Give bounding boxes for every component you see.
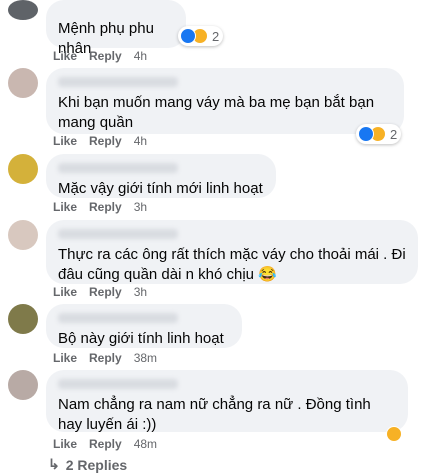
like-button[interactable]: Like [53, 437, 77, 451]
comment-text: Mặc vậy giới tính mới linh hoạt [58, 180, 263, 197]
reply-button[interactable]: Reply [89, 134, 122, 148]
comment-actions: Like Reply 4h [53, 48, 159, 64]
timestamp[interactable]: 38m [134, 351, 157, 365]
avatar[interactable] [8, 370, 38, 400]
avatar[interactable] [8, 154, 38, 184]
reaction-count: 2 [390, 126, 398, 142]
reply-button[interactable]: Reply [89, 351, 122, 365]
reaction-summary[interactable]: 2 [178, 26, 224, 46]
comment-text: Nam chẳng ra nam nữ chẳng ra nữ . Đồng t… [58, 396, 371, 433]
avatar[interactable] [8, 304, 38, 334]
comment-text: Bộ này giới tính linh hoạt [58, 330, 224, 347]
comment-actions: Like Reply 3h [53, 199, 159, 215]
timestamp[interactable]: 3h [134, 200, 147, 214]
comment-bubble: Bộ này giới tính linh hoạt [46, 304, 242, 348]
view-replies-link[interactable]: ↳ 2 Replies [48, 456, 127, 473]
like-icon [180, 28, 196, 44]
comment-actions: Like Reply 48m [53, 436, 169, 452]
like-button[interactable]: Like [53, 49, 77, 63]
timestamp[interactable]: 4h [134, 49, 147, 63]
author-name[interactable] [58, 163, 178, 173]
comment-text: Thực ra các ông rất thích mặc váy cho th… [58, 246, 406, 283]
like-button[interactable]: Like [53, 351, 77, 365]
comment-bubble: Mặc vậy giới tính mới linh hoạt [46, 154, 276, 198]
author-name[interactable] [58, 229, 178, 239]
reply-button[interactable]: Reply [89, 285, 122, 299]
author-name[interactable] [58, 313, 178, 323]
reaction-summary[interactable]: 2 [356, 124, 402, 144]
like-icon [358, 126, 374, 142]
comment-actions: Like Reply 4h [53, 133, 159, 149]
timestamp[interactable]: 4h [134, 134, 147, 148]
like-button[interactable]: Like [53, 134, 77, 148]
comment-bubble: Khi bạn muốn mang váy mà ba mẹ bạn bắt b… [46, 68, 404, 134]
comment-text: Khi bạn muốn mang váy mà ba mẹ bạn bắt b… [58, 94, 375, 131]
timestamp[interactable]: 3h [134, 285, 147, 299]
author-name[interactable] [58, 379, 178, 389]
comment-bubble: Thực ra các ông rất thích mặc váy cho th… [46, 220, 418, 284]
reply-button[interactable]: Reply [89, 200, 122, 214]
reaction-count: 2 [212, 28, 220, 44]
comment-bubble: Nam chẳng ra nam nữ chẳng ra nữ . Đồng t… [46, 370, 408, 433]
like-button[interactable]: Like [53, 200, 77, 214]
author-name[interactable] [58, 77, 178, 87]
haha-icon [386, 426, 402, 442]
comment-actions: Like Reply 38m [53, 350, 169, 366]
avatar[interactable] [8, 0, 38, 20]
avatar[interactable] [8, 68, 38, 98]
comment-actions: Like Reply 3h [53, 284, 159, 300]
reply-button[interactable]: Reply [89, 49, 122, 63]
reply-arrow-icon: ↳ [48, 456, 60, 472]
replies-count: 2 Replies [65, 456, 128, 473]
avatar[interactable] [8, 220, 38, 250]
comment-bubble: Mệnh phụ phu nhân [46, 0, 186, 57]
like-button[interactable]: Like [53, 285, 77, 299]
reaction-summary[interactable] [384, 424, 406, 444]
reply-button[interactable]: Reply [89, 437, 122, 451]
timestamp[interactable]: 48m [134, 437, 157, 451]
